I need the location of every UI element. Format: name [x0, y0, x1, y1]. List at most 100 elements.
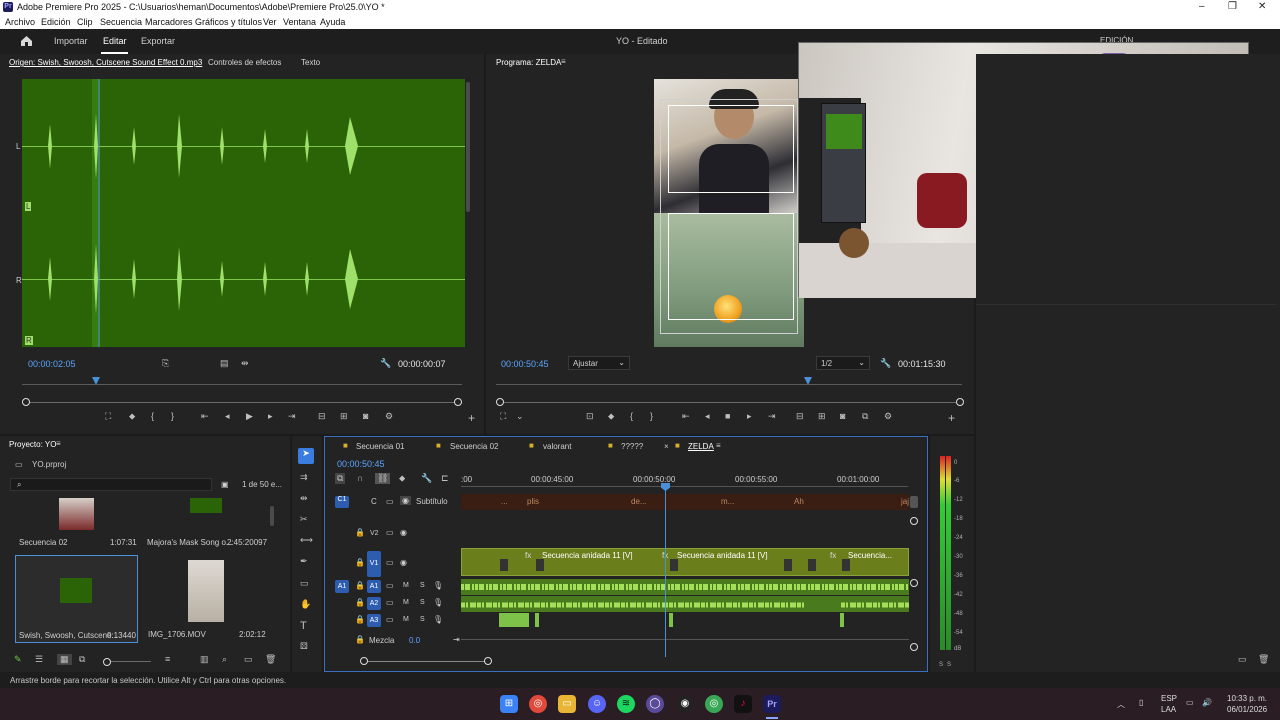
- playhead-handle[interactable]: [661, 483, 670, 491]
- resolution-dropdown[interactable]: 1/2 ⌄: [816, 356, 870, 370]
- mute-button[interactable]: M: [403, 582, 409, 589]
- mute-button[interactable]: M: [403, 599, 409, 606]
- tab-secuencia-01[interactable]: Secuencia 01: [356, 442, 404, 451]
- track-a3-label[interactable]: A3: [367, 614, 381, 627]
- clock-time[interactable]: 10:33 p. m.: [1227, 694, 1267, 703]
- timeline-playhead[interactable]: [665, 485, 666, 657]
- chrome-alt-icon[interactable]: ◎: [705, 695, 723, 713]
- github-icon[interactable]: ◉: [676, 695, 694, 713]
- tab-valorant[interactable]: valorant: [543, 442, 571, 451]
- wrench-icon[interactable]: 🔧: [380, 358, 391, 369]
- caption-track[interactable]: ... plis de... m... Ah jaj: [461, 494, 909, 510]
- track-v2-label[interactable]: V2: [370, 530, 379, 537]
- track-v1-label[interactable]: V1: [367, 551, 381, 577]
- source-vertical-scrollbar[interactable]: [466, 82, 470, 212]
- source-zoom-handle-left[interactable]: [22, 398, 30, 406]
- a2-audio-clip[interactable]: [461, 596, 909, 612]
- source-waveform[interactable]: [22, 79, 465, 347]
- clip-icon[interactable]: ▤: [220, 358, 229, 369]
- chevron-up-icon[interactable]: ︿: [1117, 699, 1125, 710]
- vscroll-handle[interactable]: [910, 517, 918, 525]
- menu-ver[interactable]: Ver: [263, 17, 277, 27]
- trash-icon[interactable]: 🗑: [1258, 654, 1269, 665]
- windows-start-icon[interactable]: ⊞: [500, 695, 518, 713]
- project-item-swish[interactable]: Swish, Swoosh, Cutscene... 0:13440: [15, 555, 138, 643]
- vscroll-handle[interactable]: [910, 579, 918, 587]
- source-ruler[interactable]: [22, 384, 462, 385]
- insert-clip-icon[interactable]: ⊟: [318, 411, 326, 422]
- program-title[interactable]: Programa: ZELDA: [496, 58, 561, 67]
- caption-scroll[interactable]: [910, 496, 918, 508]
- extract-icon[interactable]: ⊞: [818, 411, 826, 422]
- pencil-icon[interactable]: ✎: [14, 654, 22, 665]
- pen-icon[interactable]: ✒: [300, 556, 308, 567]
- captions-icon[interactable]: ⊏: [441, 473, 449, 484]
- menu-edicion[interactable]: Edición: [41, 17, 71, 27]
- lift-icon[interactable]: ⊡: [586, 411, 594, 422]
- mark-out-icon[interactable]: }: [650, 411, 653, 421]
- source-add-button-icon[interactable]: +: [468, 411, 475, 425]
- marker-icon[interactable]: ⬥: [608, 411, 614, 422]
- timeline-menu-icon[interactable]: ≡: [716, 441, 721, 450]
- program-video-frame[interactable]: [654, 79, 804, 347]
- track-a1-label[interactable]: A1: [367, 580, 381, 593]
- overwrite-icon[interactable]: ⊞: [340, 411, 348, 422]
- track-output-icon[interactable]: ▭: [386, 497, 394, 506]
- project-item-img-1706[interactable]: IMG_1706.MOV 2:02:12: [145, 555, 268, 643]
- tab-text[interactable]: Texto: [301, 58, 320, 67]
- go-to-end-icon[interactable]: ⇥: [453, 635, 460, 644]
- freeform-view-icon[interactable]: ⧉: [79, 654, 85, 665]
- ripple-edit-icon[interactable]: ⇹: [300, 493, 308, 504]
- program-zoom-handle-right[interactable]: [956, 398, 964, 406]
- caption-clip[interactable]: Ah: [794, 497, 804, 506]
- volume-icon[interactable]: 🔊: [1202, 698, 1212, 707]
- solo-left-icon[interactable]: S: [939, 662, 943, 668]
- caption-clip[interactable]: jaj: [901, 497, 909, 506]
- microphone-icon[interactable]: 🎙: [433, 615, 443, 624]
- language-layout[interactable]: LAA: [1161, 705, 1176, 714]
- discord-icon[interactable]: ☺: [588, 695, 606, 713]
- eye-icon[interactable]: ◉: [400, 496, 411, 505]
- play-icon[interactable]: ▶: [246, 411, 253, 422]
- new-bin-icon[interactable]: ▣: [221, 480, 229, 489]
- go-to-out-icon[interactable]: ⇥: [288, 411, 296, 422]
- step-forward-icon[interactable]: ▸: [747, 411, 752, 422]
- tab-effect-controls[interactable]: Controles de efectos: [208, 58, 281, 67]
- track-output-icon[interactable]: ▭: [386, 598, 394, 607]
- zoom-slider-handle[interactable]: [103, 658, 111, 666]
- project-title[interactable]: Proyecto: YO: [9, 440, 56, 449]
- crop-icon[interactable]: ⛶: [500, 411, 506, 422]
- toggle-sync-icon[interactable]: C: [371, 497, 377, 506]
- microphone-icon[interactable]: 🎙: [433, 581, 443, 590]
- caption-clip[interactable]: plis: [527, 497, 539, 506]
- automate-icon[interactable]: ▥: [200, 654, 209, 665]
- snap-icon[interactable]: ∩: [357, 473, 363, 483]
- v1-clip-strip[interactable]: Secuencia anidada 11 [V] Secuencia anida…: [461, 548, 909, 576]
- project-scrollbar[interactable]: [270, 506, 274, 526]
- trash-icon[interactable]: 🗑: [265, 654, 276, 665]
- mark-in-icon[interactable]: {: [630, 411, 633, 421]
- spotify-icon[interactable]: ≋: [617, 695, 635, 713]
- solo-right-icon[interactable]: S: [947, 662, 951, 668]
- timeline-horizontal-scroll[interactable]: [363, 661, 489, 662]
- lock-icon[interactable]: 🔒: [355, 528, 365, 537]
- source-timecode-current[interactable]: 00:00:02:05: [28, 359, 76, 369]
- program-add-button-icon[interactable]: +: [948, 411, 955, 425]
- folder-icon[interactable]: ▭: [1238, 654, 1247, 665]
- close-button[interactable]: ✕: [1258, 1, 1266, 12]
- track-output-icon[interactable]: ▭: [386, 558, 394, 567]
- program-zoom-handle-left[interactable]: [496, 398, 504, 406]
- source-a1-patch[interactable]: A1: [335, 580, 349, 593]
- sort-icon[interactable]: ≡: [165, 654, 170, 664]
- settings-icon[interactable]: ⚙: [385, 411, 393, 422]
- list-view-icon[interactable]: ☰: [35, 654, 43, 665]
- vscroll-handle[interactable]: [910, 643, 918, 651]
- app-circle-icon[interactable]: ◯: [646, 695, 664, 713]
- step-back-icon[interactable]: ◂: [225, 411, 230, 422]
- tab-exportar[interactable]: Exportar: [141, 36, 175, 46]
- microphone-icon[interactable]: 🎙: [433, 598, 443, 607]
- eye-icon[interactable]: ◉: [400, 528, 407, 537]
- a3-audio-clip-small[interactable]: [840, 613, 844, 627]
- track-output-icon[interactable]: ▭: [386, 581, 394, 590]
- caption-clip[interactable]: de...: [631, 497, 647, 506]
